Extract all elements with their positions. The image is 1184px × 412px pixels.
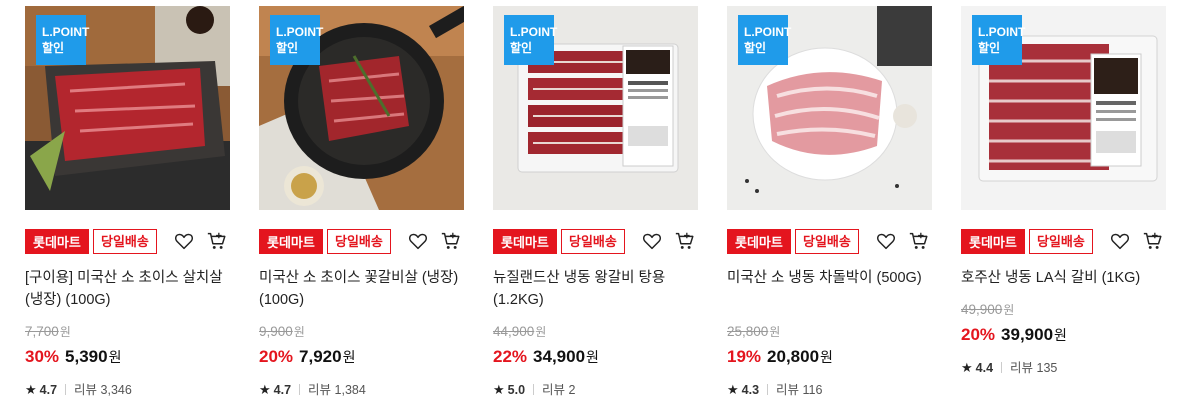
cart-icon[interactable] [908, 230, 930, 252]
lottemart-tag: 롯데마트 [259, 229, 323, 254]
sale-price: 30% 5,390원 [25, 347, 122, 366]
same-day-delivery-tag: 당일배송 [93, 229, 157, 254]
product-image[interactable]: L.POINT 할인 [961, 6, 1166, 210]
lottemart-tag: 롯데마트 [727, 229, 791, 254]
product-title[interactable]: 미국산 소 냉동 차돌박이 (500G) [727, 267, 932, 311]
discount-rate: 20% [259, 347, 294, 366]
product-title[interactable]: 호주산 냉동 LA식 갈비 (1KG) [961, 267, 1166, 289]
rating-row: ★ 4.3 리뷰 116 [727, 382, 823, 397]
product-card[interactable]: L.POINT 할인 롯데마트 당일배송 미국산 소 냉동 차돌박이 (500G)… [727, 6, 932, 399]
rating-row: ★ 4.4 리뷰 135 [961, 360, 1058, 375]
star-icon: ★ [493, 382, 505, 397]
product-image[interactable]: L.POINT 할인 [259, 6, 464, 210]
lpoint-discount-badge: L.POINT 할인 [270, 15, 323, 65]
original-price: 9,900원 [259, 324, 305, 339]
product-image[interactable]: L.POINT 할인 [493, 6, 698, 210]
product-image[interactable]: L.POINT 할인 [25, 6, 230, 210]
product-card[interactable]: L.POINT 할인 롯데마트 당일배송 호주산 냉동 LA식 갈비 (1KG) … [961, 6, 1166, 377]
product-card[interactable]: L.POINT 할인 롯데마트 당일배송 [구이용] 미국산 소 초이스 살치살 … [25, 6, 230, 399]
product-grid: L.POINT 할인 롯데마트 당일배송 [구이용] 미국산 소 초이스 살치살 … [0, 0, 1184, 412]
review-count: 리뷰 2 [542, 383, 576, 397]
discount-rate: 30% [25, 347, 60, 366]
product-card[interactable]: L.POINT 할인 롯데마트 당일배송 뉴질랜드산 냉동 왕갈비 탕용 (1.2… [493, 6, 698, 399]
lottemart-tag: 롯데마트 [961, 229, 1025, 254]
star-icon: ★ [961, 360, 973, 375]
star-icon: ★ [25, 382, 37, 397]
lpoint-discount-badge: L.POINT 할인 [504, 15, 557, 65]
heart-icon[interactable] [875, 230, 897, 252]
product-title[interactable]: 미국산 소 초이스 꽃갈비살 (냉장) (100G) [259, 267, 464, 311]
star-icon: ★ [727, 382, 739, 397]
original-price: 25,800원 [727, 324, 781, 339]
product-image[interactable]: L.POINT 할인 [727, 6, 932, 210]
discount-rate: 19% [727, 347, 762, 366]
lpoint-discount-badge: L.POINT 할인 [972, 15, 1025, 65]
lpoint-discount-badge: L.POINT 할인 [36, 15, 89, 65]
sale-price: 20% 7,920원 [259, 347, 356, 366]
cart-icon[interactable] [1142, 230, 1164, 252]
sale-price: 20% 39,900원 [961, 325, 1067, 344]
heart-icon[interactable] [1109, 230, 1131, 252]
sale-price: 22% 34,900원 [493, 347, 599, 366]
original-price: 49,900원 [961, 302, 1015, 317]
heart-icon[interactable] [173, 230, 195, 252]
lottemart-tag: 롯데마트 [493, 229, 557, 254]
lpoint-discount-badge: L.POINT 할인 [738, 15, 791, 65]
original-price: 7,700원 [25, 324, 71, 339]
heart-icon[interactable] [641, 230, 663, 252]
rating-row: ★ 5.0 리뷰 2 [493, 382, 576, 397]
review-count: 리뷰 135 [1010, 361, 1058, 375]
sale-price: 19% 20,800원 [727, 347, 833, 366]
product-title[interactable]: 뉴질랜드산 냉동 왕갈비 탕용 (1.2KG) [493, 267, 698, 311]
review-count: 리뷰 116 [776, 383, 823, 397]
same-day-delivery-tag: 당일배송 [327, 229, 391, 254]
cart-icon[interactable] [440, 230, 462, 252]
discount-rate: 22% [493, 347, 528, 366]
same-day-delivery-tag: 당일배송 [561, 229, 625, 254]
lottemart-tag: 롯데마트 [25, 229, 89, 254]
same-day-delivery-tag: 당일배송 [795, 229, 859, 254]
rating-row: ★ 4.7 리뷰 1,384 [259, 382, 366, 397]
cart-icon[interactable] [206, 230, 228, 252]
rating-row: ★ 4.7 리뷰 3,346 [25, 382, 132, 397]
discount-rate: 20% [961, 325, 996, 344]
cart-icon[interactable] [674, 230, 696, 252]
same-day-delivery-tag: 당일배송 [1029, 229, 1093, 254]
star-icon: ★ [259, 382, 271, 397]
product-title[interactable]: [구이용] 미국산 소 초이스 살치살 (냉장) (100G) [25, 267, 230, 311]
review-count: 리뷰 1,384 [308, 383, 366, 397]
original-price: 44,900원 [493, 324, 547, 339]
product-card[interactable]: L.POINT 할인 롯데마트 당일배송 미국산 소 초이스 꽃갈비살 (냉장) … [259, 6, 464, 399]
review-count: 리뷰 3,346 [74, 383, 132, 397]
heart-icon[interactable] [407, 230, 429, 252]
